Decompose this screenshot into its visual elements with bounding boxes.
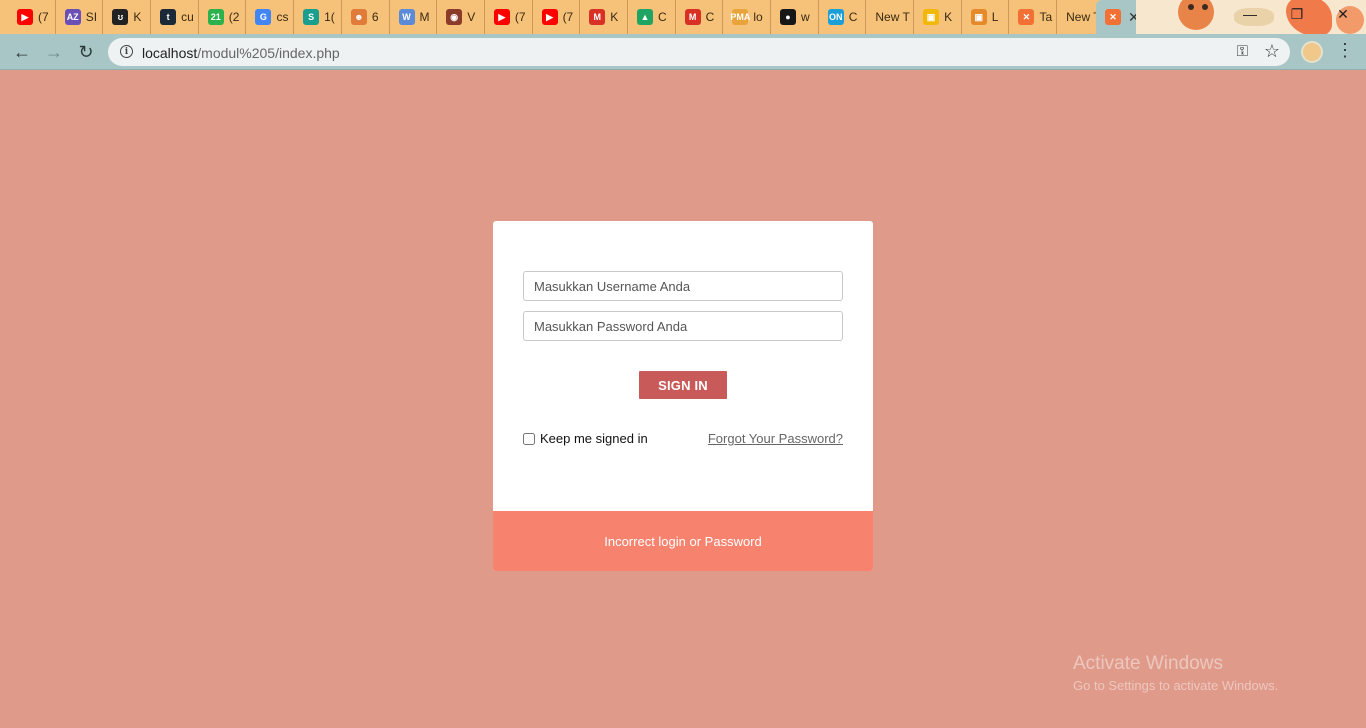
bookmark-star-icon[interactable]: ☆ [1264, 41, 1280, 62]
tab-title: C [705, 10, 715, 24]
browser-toolbar: ← → ↻ i localhost/modul%205/index.php ⚿ … [0, 34, 1366, 70]
az-icon: AZ [64, 9, 81, 25]
tab-title: K [610, 10, 619, 24]
tab-title: 6 [371, 10, 379, 24]
login-card: SIGN IN Keep me signed in Forgot Your Pa… [493, 221, 873, 571]
tab-title: V [467, 10, 476, 24]
close-window-button[interactable]: ✕ [1333, 6, 1353, 23]
gmail-icon: M [684, 9, 701, 25]
tab-title: K [944, 10, 953, 24]
remember-me-label: Keep me signed in [540, 431, 648, 446]
watermark-subtitle: Go to Settings to activate Windows. [1073, 678, 1279, 693]
tab[interactable]: ✕ Ta [1009, 0, 1058, 34]
browser-menu-icon[interactable]: ⋮ [1336, 40, 1354, 61]
tab[interactable]: AZ SI [56, 0, 104, 34]
reload-button[interactable]: ↻ [74, 40, 98, 64]
counter-icon: 21 [207, 9, 224, 25]
tab-title: cu [181, 10, 194, 24]
url-path: /modul%205/index.php [197, 45, 340, 61]
maximize-button[interactable]: ❐ [1287, 6, 1307, 23]
tab-title: New T [875, 10, 910, 24]
on-icon: ON [827, 9, 844, 25]
tab[interactable]: PMA lo [723, 0, 771, 34]
profile-avatar[interactable] [1301, 41, 1323, 63]
tab-title: C [848, 10, 858, 24]
tab[interactable]: New T [866, 0, 915, 34]
tab-title: w [801, 10, 810, 24]
tab-title: cs [276, 10, 289, 24]
photo-icon: ◉ [446, 9, 463, 25]
tab[interactable]: ʊK [103, 0, 152, 34]
pma-icon: PMA [730, 9, 750, 25]
tab[interactable]: S 1( [294, 0, 342, 34]
google-icon: G [255, 9, 272, 25]
tab[interactable]: WM [390, 0, 438, 34]
url-host: localhost [142, 45, 198, 61]
tab-title: (2 [228, 10, 240, 24]
youtube-icon: ▶ [493, 9, 510, 25]
youtube-icon: ▶ [17, 9, 33, 25]
tab[interactable]: Gcs [246, 0, 295, 34]
github-icon: ● [780, 9, 796, 25]
error-banner: Incorrect login or Password [493, 511, 873, 571]
password-input[interactable] [523, 311, 843, 341]
tab[interactable]: ▶ (7 [8, 0, 56, 34]
tab-title: C [657, 10, 667, 24]
tab[interactable]: ON C [819, 0, 867, 34]
tab[interactable]: ▣ K [914, 0, 962, 34]
youtube-icon: ▶ [541, 9, 558, 25]
watermark-title: Activate Windows [1073, 653, 1223, 674]
tab-title: L [991, 10, 999, 24]
gmail-icon: M [589, 9, 606, 25]
forgot-password-link[interactable]: Forgot Your Password? [708, 431, 843, 446]
notes-icon: ʊ [112, 9, 129, 25]
address-bar[interactable]: i localhost/modul%205/index.php ⚿ ☆ [108, 38, 1290, 66]
forward-button[interactable]: → [42, 40, 66, 64]
tab[interactable]: MC [676, 0, 724, 34]
windows-activation-watermark: Activate Windows Go to Settings to activ… [1073, 653, 1278, 693]
xampp-icon: ✕ [1105, 9, 1121, 25]
wordpress-icon: W [398, 9, 415, 25]
contact-icon: ▣ [970, 9, 987, 25]
tab[interactable]: ▲ C [628, 0, 676, 34]
tab-title: Ta [1039, 10, 1053, 24]
back-button[interactable]: ← [10, 40, 34, 64]
tab-strip: ▶ (7 AZ SI ʊ Kt cu 21 (2 Gcs S 1(☻ 6 W M ◉ V ▶ (7 ▶ (7 M K ▲ C M C… [0, 0, 1366, 34]
tumblr-icon: t [160, 9, 177, 25]
key-icon[interactable]: ⚿ [1237, 43, 1248, 60]
xampp-icon: ✕ [1018, 9, 1035, 25]
remember-me: Keep me signed in [523, 431, 648, 446]
tab-title: (7 [562, 10, 574, 24]
tab[interactable]: t cu [151, 0, 199, 34]
username-input[interactable] [523, 271, 843, 301]
tab-list: ▶ (7 AZ SI ʊ Kt cu 21 (2 Gcs S 1(☻ 6 W M ◉ V ▶ (7 ▶ (7 M K ▲ C M C… [8, 0, 1105, 34]
info-icon[interactable]: i [120, 45, 133, 58]
url-text: localhost/modul%205/index.php [142, 45, 340, 61]
minimize-button[interactable]: — [1240, 6, 1260, 22]
remember-me-checkbox[interactable] [523, 432, 535, 445]
tab[interactable]: ▶ (7 [485, 0, 533, 34]
drive-icon: ▲ [636, 9, 653, 25]
classroom-icon: ▣ [923, 9, 940, 25]
error-message: Incorrect login or Password [604, 533, 762, 549]
tab-title: M [419, 10, 430, 24]
tab[interactable]: ◉ V [437, 0, 485, 34]
tab[interactable]: ● w [771, 0, 819, 34]
sign-in-button[interactable]: SIGN IN [639, 371, 727, 399]
s-icon: S [303, 9, 320, 25]
tab-title: lo [753, 10, 763, 24]
avatar-icon: ☻ [350, 9, 367, 25]
tab-title: (7 [38, 10, 49, 24]
tab[interactable]: MK [580, 0, 628, 34]
tab[interactable]: 21 (2 [199, 0, 247, 34]
tab-title: (7 [514, 10, 526, 24]
tab[interactable]: ☻ 6 [342, 0, 390, 34]
tab-title: SI [85, 10, 98, 24]
tab-title: K [133, 10, 142, 24]
tab-title: 1( [324, 10, 335, 24]
tab[interactable]: ▶ (7 [533, 0, 581, 34]
tab[interactable]: ▣ L [962, 0, 1010, 34]
